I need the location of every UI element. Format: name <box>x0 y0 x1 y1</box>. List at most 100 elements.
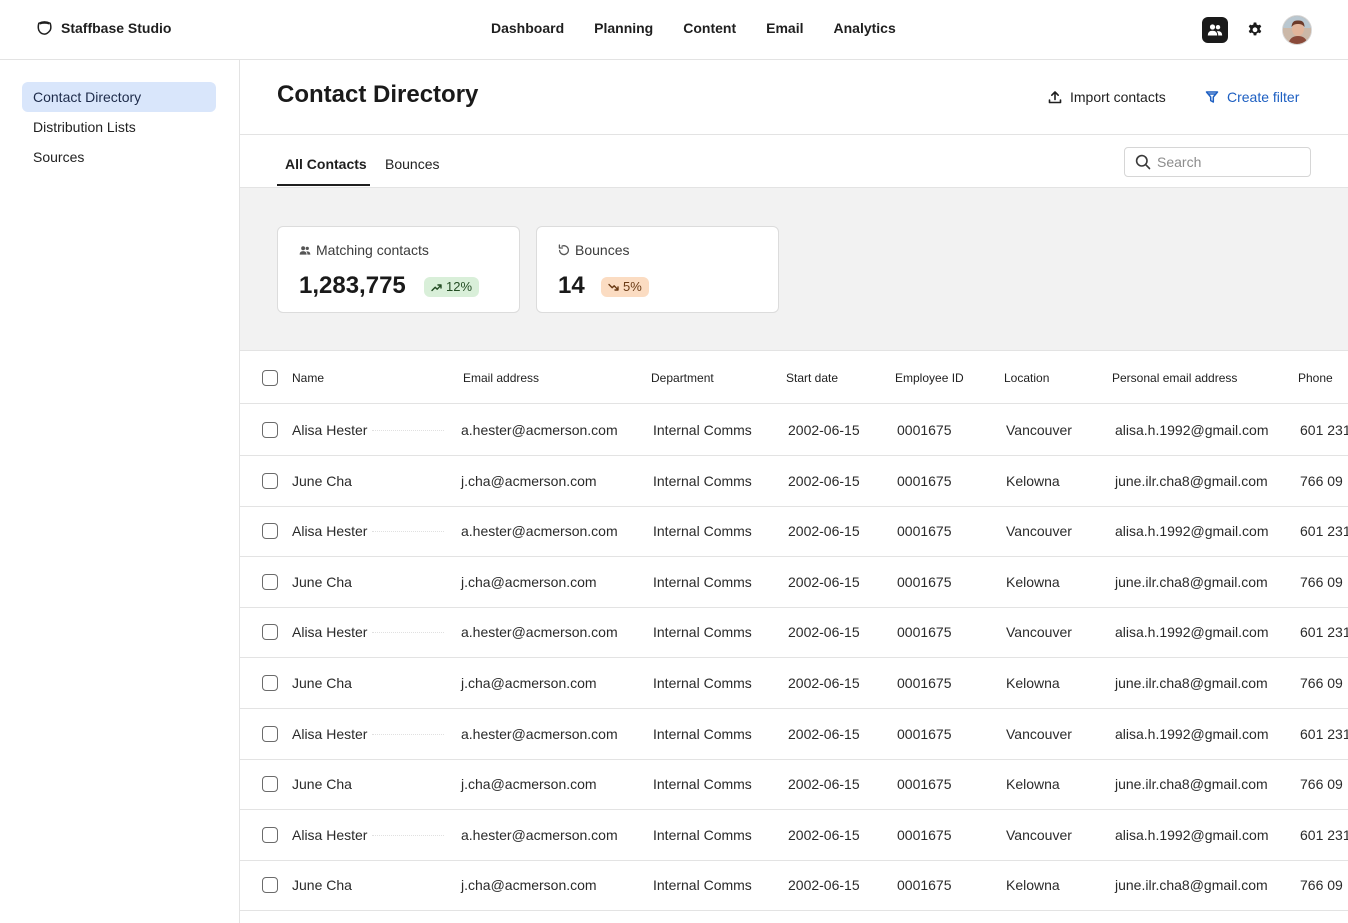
tab-all-contacts[interactable]: All Contacts <box>285 156 367 172</box>
nav-dashboard[interactable]: Dashboard <box>491 20 564 36</box>
row-checkbox[interactable] <box>262 523 278 540</box>
people-button[interactable] <box>1202 17 1228 43</box>
bounces-label-row: Bounces <box>558 242 629 258</box>
column-header-phone[interactable]: Phone <box>1298 371 1333 385</box>
table-row[interactable]: Alisa Hester a.hester@acmerson.com Interna… <box>240 810 1348 861</box>
cell-department: Internal Comms <box>653 523 752 540</box>
cell-start-date: 2002-06-15 <box>788 826 860 843</box>
matching-contacts-change: 12% <box>446 279 473 294</box>
nav-planning[interactable]: Planning <box>594 20 653 36</box>
cell-personal-email: alisa.h.1992@gmail.com <box>1115 725 1269 742</box>
table-row[interactable]: Alisa Hester a.hester@acmerson.com Interna… <box>240 405 1348 456</box>
sidebar-item-sources[interactable]: Sources <box>22 142 216 172</box>
table-row[interactable]: June Cha j.cha@acmerson.com Internal Comms… <box>240 759 1348 811</box>
select-all-checkbox[interactable] <box>262 370 278 386</box>
search-input[interactable] <box>1157 154 1297 170</box>
table-row[interactable]: Alisa Hester a.hester@acmerson.com Interna… <box>240 709 1348 760</box>
table-row[interactable]: June Cha j.cha@acmerson.com Internal Comms… <box>240 658 1348 709</box>
nav-content[interactable]: Content <box>683 20 736 36</box>
cell-personal-email: alisa.h.1992@gmail.com <box>1115 422 1269 438</box>
top-actions <box>1202 15 1312 45</box>
cell-department: Internal Comms <box>653 776 752 793</box>
cell-personal-email: june.ilr.cha8@gmail.com <box>1115 573 1268 590</box>
cell-start-date: 2002-06-15 <box>788 877 860 894</box>
cell-employee-id: 0001675 <box>897 725 952 742</box>
cell-name: June Cha <box>292 776 352 793</box>
row-checkbox[interactable] <box>262 877 278 894</box>
cell-department: Internal Comms <box>653 675 752 691</box>
column-header-location[interactable]: Location <box>1004 371 1049 385</box>
cell-location: Kelowna <box>1006 877 1060 894</box>
column-header-email[interactable]: Email address <box>463 371 539 385</box>
matching-contacts-label: Matching contacts <box>316 242 429 258</box>
tab-bounces[interactable]: Bounces <box>385 156 439 172</box>
stats-area: Matching contacts 1,283,775 12% Bounces … <box>240 187 1348 351</box>
contacts-table: Name Email address Department Start date… <box>240 352 1348 923</box>
nav-email[interactable]: Email <box>766 20 803 36</box>
bounces-change-badge: 5% <box>601 277 649 297</box>
sidebar-item-contact-directory[interactable]: Contact Directory <box>22 82 216 112</box>
top-bar: Staffbase Studio Dashboard Planning Cont… <box>0 0 1348 60</box>
cell-personal-email: june.ilr.cha8@gmail.com <box>1115 776 1268 793</box>
table-row[interactable]: June Cha j.cha@acmerson.com Internal Comms… <box>240 456 1348 507</box>
cell-phone: 601 231 <box>1300 725 1348 742</box>
row-checkbox[interactable] <box>262 624 278 641</box>
row-checkbox[interactable] <box>262 422 278 438</box>
cell-email: a.hester@acmerson.com <box>461 826 618 843</box>
bounce-icon <box>558 244 570 256</box>
nav-analytics[interactable]: Analytics <box>834 20 896 36</box>
cell-start-date: 2002-06-15 <box>788 675 860 691</box>
page-title: Contact Directory <box>277 81 479 108</box>
cell-employee-id: 0001675 <box>897 573 952 590</box>
cell-phone: 601 231 <box>1300 523 1348 540</box>
cell-email: j.cha@acmerson.com <box>461 573 597 590</box>
cell-personal-email: june.ilr.cha8@gmail.com <box>1115 472 1268 489</box>
cell-phone: 766 09 <box>1300 776 1343 793</box>
cell-start-date: 2002-06-15 <box>788 573 860 590</box>
column-header-personal-email[interactable]: Personal email address <box>1112 371 1237 385</box>
cell-employee-id: 0001675 <box>897 776 952 793</box>
cell-department: Internal Comms <box>653 877 752 894</box>
name-dotted-leader <box>372 834 444 836</box>
row-checkbox[interactable] <box>262 725 278 742</box>
user-avatar[interactable] <box>1282 15 1312 45</box>
row-checkbox[interactable] <box>262 776 278 793</box>
import-contacts-label: Import contacts <box>1070 89 1166 105</box>
cell-name: June Cha <box>292 573 352 590</box>
name-dotted-leader <box>372 430 444 431</box>
cell-phone: 601 231 <box>1300 826 1348 843</box>
cell-employee-id: 0001675 <box>897 523 952 540</box>
table-row[interactable]: Alisa Hester a.hester@acmerson.com Interna… <box>240 506 1348 558</box>
gear-icon <box>1248 22 1262 36</box>
row-checkbox[interactable] <box>262 826 278 843</box>
cell-employee-id: 0001675 <box>897 826 952 843</box>
search-box[interactable] <box>1124 147 1311 177</box>
cell-department: Internal Comms <box>653 725 752 742</box>
column-header-start-date[interactable]: Start date <box>786 371 838 385</box>
people-icon <box>299 245 311 255</box>
row-checkbox[interactable] <box>262 573 278 590</box>
trend-up-icon <box>431 283 442 291</box>
cell-department: Internal Comms <box>653 472 752 489</box>
import-contacts-button[interactable]: Import contacts <box>1048 89 1166 105</box>
create-filter-button[interactable]: Create filter <box>1205 89 1299 105</box>
row-checkbox[interactable] <box>262 675 278 691</box>
row-checkbox[interactable] <box>262 472 278 489</box>
matching-contacts-value: 1,283,775 <box>299 272 406 299</box>
table-row[interactable]: June Cha j.cha@acmerson.com Internal Comms… <box>240 557 1348 608</box>
matching-contacts-card: Matching contacts 1,283,775 12% <box>277 226 520 313</box>
name-dotted-leader <box>372 632 444 634</box>
sidebar-item-distribution-lists[interactable]: Distribution Lists <box>22 112 216 142</box>
bounces-label: Bounces <box>575 242 630 258</box>
brand[interactable]: Staffbase Studio <box>36 19 171 36</box>
column-header-employee-id[interactable]: Employee ID <box>895 371 964 385</box>
avatar-image <box>1283 16 1311 44</box>
column-header-name[interactable]: Name <box>292 371 324 385</box>
cell-location: Kelowna <box>1006 573 1060 590</box>
table-row[interactable]: Alisa Hester a.hester@acmerson.com Interna… <box>240 607 1348 659</box>
table-row[interactable]: June Cha j.cha@acmerson.com Internal Comms… <box>240 860 1348 912</box>
column-header-department[interactable]: Department <box>651 371 714 385</box>
cell-phone: 766 09 <box>1300 472 1343 489</box>
cell-department: Internal Comms <box>653 826 752 843</box>
settings-button[interactable] <box>1242 17 1268 43</box>
